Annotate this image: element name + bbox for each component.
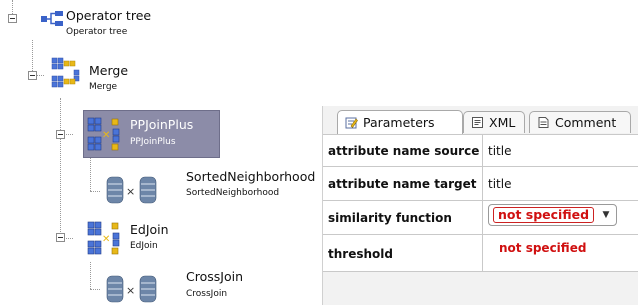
parameter-value-field[interactable]: not specified xyxy=(499,241,586,255)
tree-connector xyxy=(90,191,100,192)
svg-text:✕: ✕ xyxy=(102,234,110,245)
hierarchy-icon xyxy=(41,11,63,26)
join-operator-icon: ✕ xyxy=(87,117,120,151)
chevron-down-icon[interactable]: ▼ xyxy=(597,206,615,224)
tree-connector xyxy=(60,98,61,238)
tree-connector xyxy=(90,262,91,289)
node-subtitle-edjoin: EdJoin xyxy=(130,241,158,251)
tree-connector xyxy=(90,289,100,290)
node-subtitle-crossjoin: CrossJoin xyxy=(186,289,228,299)
similarity-function-dropdown[interactable]: not specified ▼ xyxy=(488,204,617,226)
tab-xml[interactable]: XML xyxy=(463,111,525,133)
parameter-row: attribute name target title xyxy=(323,166,638,201)
join-operator-icon: ✕ xyxy=(87,221,120,255)
node-title-edjoin[interactable]: EdJoin xyxy=(130,222,169,237)
svg-text:×: × xyxy=(126,284,135,297)
column-divider xyxy=(482,135,483,167)
column-divider xyxy=(482,167,483,201)
parameter-row: similarity function not specified ▼ xyxy=(323,200,638,235)
merge-operator-icon xyxy=(51,57,80,88)
tab-label-comment: Comment xyxy=(555,115,617,130)
tree-connector xyxy=(90,158,91,191)
collapse-toggle-edjoin[interactable] xyxy=(56,233,65,242)
edit-icon xyxy=(345,117,358,129)
node-title-operator-tree[interactable]: Operator tree xyxy=(66,8,151,23)
tab-label-xml: XML xyxy=(489,115,516,130)
dropdown-selected-value: not specified xyxy=(493,207,594,223)
parameter-label: attribute name target xyxy=(328,177,477,191)
parameter-label: threshold xyxy=(328,247,393,261)
node-subtitle-sortedneighborhood: SortedNeighborhood xyxy=(186,188,280,198)
node-subtitle-merge: Merge xyxy=(89,82,118,92)
svg-text:✕: ✕ xyxy=(102,130,110,141)
parameter-label: attribute name source xyxy=(328,144,480,158)
node-subtitle-ppjoinplus: PPJoinPlus xyxy=(130,137,176,147)
tab-comment[interactable]: Comment xyxy=(529,111,631,133)
xml-icon xyxy=(472,117,483,128)
parameter-label: similarity function xyxy=(328,211,452,225)
tab-label-parameters: Parameters xyxy=(363,115,435,130)
svg-text:×: × xyxy=(126,185,135,198)
node-title-ppjoinplus[interactable]: PPJoinPlus xyxy=(130,117,193,132)
parameter-panel: Parameters XML Comment attribute name so… xyxy=(322,106,638,305)
parameter-value-field[interactable]: title xyxy=(488,177,511,191)
parameter-value-field[interactable]: title xyxy=(488,144,511,158)
tree-connector xyxy=(32,40,33,75)
tab-parameters[interactable]: Parameters xyxy=(337,110,463,134)
node-title-sortedneighborhood[interactable]: SortedNeighborhood xyxy=(186,169,315,184)
parameter-row: threshold not specified xyxy=(323,234,638,272)
tab-bar: Parameters XML Comment xyxy=(323,106,638,134)
comment-icon xyxy=(538,117,549,128)
cross-join-icon: × xyxy=(106,275,157,303)
cross-join-icon: × xyxy=(106,176,157,204)
parameter-row: attribute name source title xyxy=(323,134,638,167)
collapse-toggle-root[interactable] xyxy=(8,14,17,23)
column-divider xyxy=(482,201,483,235)
node-title-merge[interactable]: Merge xyxy=(89,63,128,78)
collapse-toggle-ppjoinplus[interactable] xyxy=(56,130,65,139)
column-divider xyxy=(482,235,483,271)
node-subtitle-operator-tree: Operator tree xyxy=(66,27,128,37)
collapse-toggle-merge[interactable] xyxy=(28,71,37,80)
node-title-crossjoin[interactable]: CrossJoin xyxy=(186,269,243,284)
